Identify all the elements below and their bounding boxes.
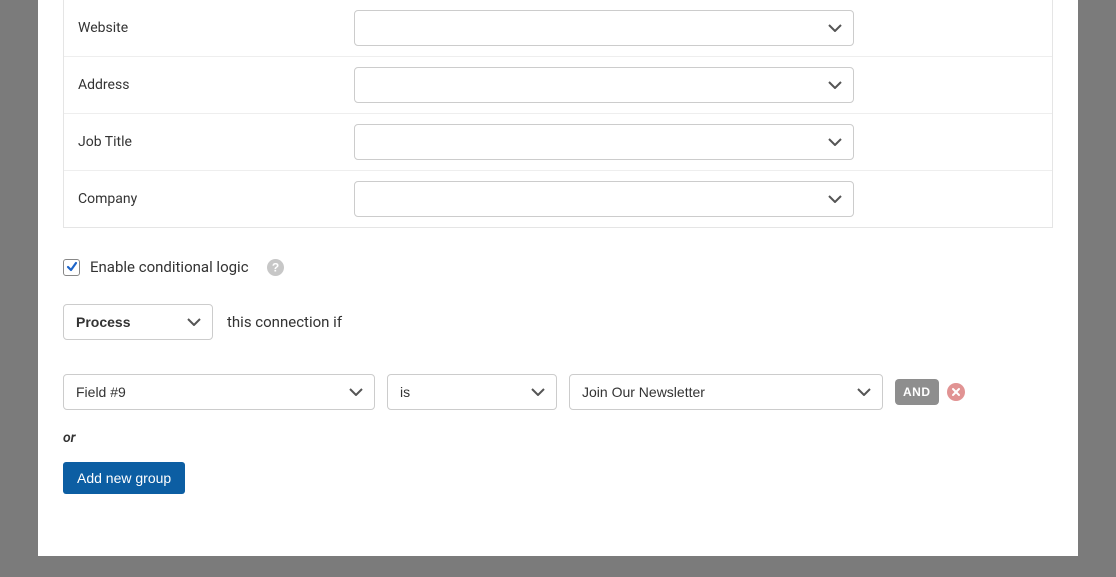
operator-select[interactable]: is — [387, 374, 557, 410]
table-row: Job Title — [64, 114, 1052, 171]
select-wrapper: Field #9 — [63, 374, 375, 410]
field-map-table: Website Address — [64, 0, 1052, 227]
select-wrapper — [354, 181, 854, 217]
add-new-group-button[interactable]: Add new group — [63, 462, 185, 494]
select-wrapper — [354, 124, 854, 160]
select-wrapper: Join Our Newsletter — [569, 374, 883, 410]
logic-row: Process this connection if — [63, 304, 1053, 340]
value-select[interactable]: Join Our Newsletter — [569, 374, 883, 410]
field-control-cell — [354, 114, 1052, 171]
field-select[interactable]: Field #9 — [63, 374, 375, 410]
help-icon[interactable]: ? — [267, 259, 284, 276]
company-select[interactable] — [354, 181, 854, 217]
enable-conditional-label: Enable conditional logic — [90, 258, 249, 276]
conditional-logic-section: Enable conditional logic ? Process this … — [63, 228, 1053, 514]
enable-conditional-checkbox[interactable] — [63, 259, 80, 276]
condition-row: Field #9 is Join Our Newsletter — [63, 374, 1053, 410]
table-row: Company — [64, 171, 1052, 228]
or-text: or — [63, 430, 1053, 446]
and-button[interactable]: AND — [895, 379, 939, 405]
page-wrapper: Website Address — [38, 0, 1078, 556]
process-select[interactable]: Process — [63, 304, 213, 340]
table-row: Address — [64, 57, 1052, 114]
field-control-cell — [354, 171, 1052, 228]
enable-conditional-row: Enable conditional logic ? — [63, 258, 1053, 304]
field-label: Website — [64, 0, 354, 57]
address-select[interactable] — [354, 67, 854, 103]
field-label: Company — [64, 171, 354, 228]
field-control-cell — [354, 0, 1052, 57]
select-wrapper: Process — [63, 304, 213, 340]
field-label: Address — [64, 57, 354, 114]
close-icon — [951, 387, 961, 397]
field-map-panel: Website Address — [63, 0, 1053, 228]
delete-rule-button[interactable] — [947, 383, 965, 401]
table-row: Website — [64, 0, 1052, 57]
website-select[interactable] — [354, 10, 854, 46]
select-wrapper: is — [387, 374, 557, 410]
logic-text: this connection if — [227, 313, 342, 331]
field-control-cell — [354, 57, 1052, 114]
field-label: Job Title — [64, 114, 354, 171]
select-wrapper — [354, 10, 854, 46]
select-wrapper — [354, 67, 854, 103]
job-title-select[interactable] — [354, 124, 854, 160]
svg-text:?: ? — [271, 260, 278, 274]
